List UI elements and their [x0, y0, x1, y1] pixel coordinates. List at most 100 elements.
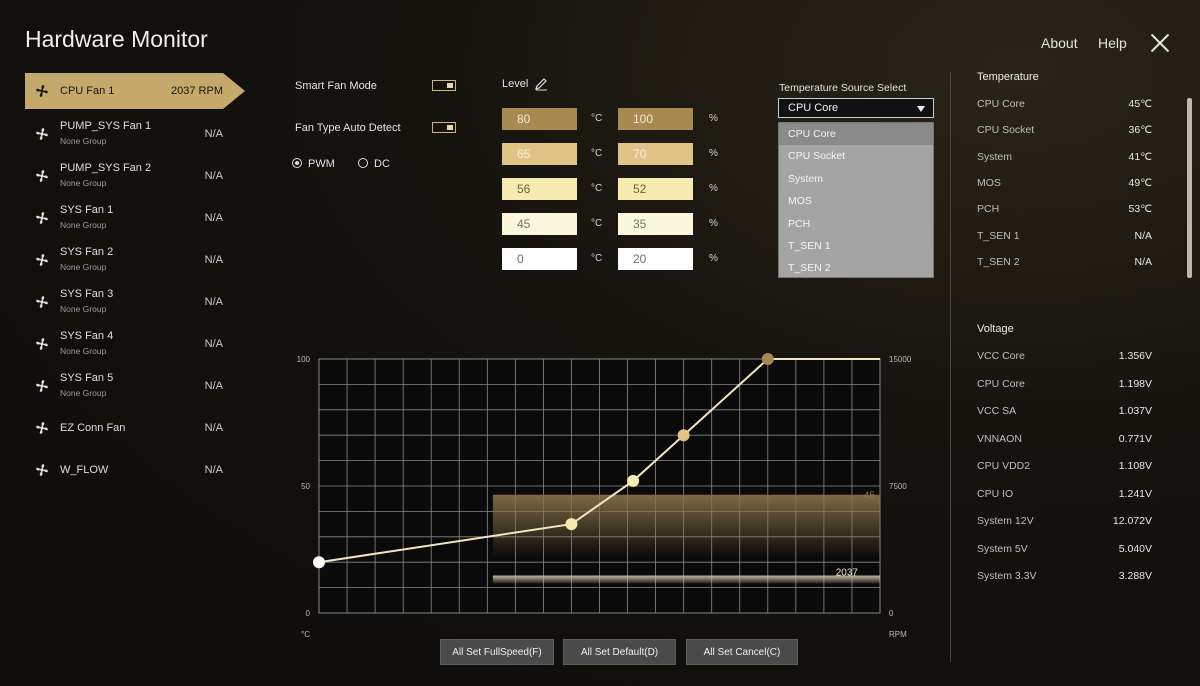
curve-point[interactable]: [313, 556, 325, 569]
level-temp-input[interactable]: 45: [502, 213, 577, 235]
about-link[interactable]: About: [1041, 35, 1078, 51]
sensor-value: 53℃: [1128, 203, 1152, 216]
fan-icon: [35, 127, 49, 141]
smart-fan-mode-toggle[interactable]: [432, 80, 456, 91]
fan-name: SYS Fan 4: [60, 330, 114, 342]
fan-curve-chart[interactable]: 45 2037 100 50 0 15000 7500 0 °C RPM: [290, 345, 930, 645]
fan-group: None Group: [60, 178, 107, 188]
fan-value: N/A: [204, 422, 223, 434]
sensor-name: T_SEN 1: [977, 229, 1020, 242]
percent-unit: %: [709, 218, 718, 229]
fan-value: 2037 RPM: [171, 85, 223, 97]
fan-icon: [35, 84, 49, 98]
fan-item[interactable]: EZ Conn Fan N/A: [25, 410, 223, 448]
fan-name: SYS Fan 5: [60, 372, 114, 384]
fan-value: N/A: [204, 128, 223, 140]
temperature-row: System 41℃: [977, 151, 1152, 163]
voltage-name: System 5V: [977, 542, 1028, 555]
dc-radio[interactable]: [358, 158, 368, 168]
temp-unit: °C: [591, 113, 603, 124]
temperature-row: T_SEN 1 N/A: [977, 230, 1152, 242]
curve-point[interactable]: [565, 518, 578, 531]
fan-type-auto-toggle[interactable]: [432, 122, 456, 133]
temp-source-selected: CPU Core: [788, 102, 839, 114]
percent-unit: %: [709, 113, 718, 124]
curve-point[interactable]: [627, 474, 640, 487]
level-temp-input[interactable]: 0: [502, 248, 577, 270]
voltage-value: 1.037V: [1118, 405, 1152, 417]
curve-point[interactable]: [761, 353, 774, 365]
close-icon[interactable]: [1150, 33, 1170, 53]
temperature-row: PCH 53℃: [977, 203, 1152, 215]
voltage-name: CPU IO: [977, 487, 1014, 500]
level-percent-input[interactable]: 20: [618, 248, 693, 270]
temp-source-option[interactable]: MOS: [779, 190, 933, 212]
voltage-name: CPU VDD2: [977, 460, 1031, 472]
temp-source-select[interactable]: CPU Core: [778, 98, 934, 118]
temp-source-option[interactable]: T_SEN 1: [779, 235, 933, 257]
rpm-tick-label: 7500: [889, 482, 907, 491]
temp-source-option[interactable]: PCH: [779, 213, 933, 235]
scrollbar[interactable]: [1187, 98, 1192, 278]
temperature-row: CPU Core 45℃: [977, 98, 1152, 110]
fan-item[interactable]: W_FLOW N/A: [25, 452, 223, 490]
fan-name: CPU Fan 1: [60, 85, 115, 97]
level-percent-input[interactable]: 35: [618, 213, 693, 235]
pwm-radio[interactable]: [292, 158, 302, 168]
level-percent-input[interactable]: 100: [618, 108, 693, 130]
rpm-tick-label: 15000: [889, 355, 912, 364]
fan-item[interactable]: CPU Fan 1 2037 RPM: [25, 73, 245, 109]
edit-icon[interactable]: [534, 77, 548, 91]
fan-value: N/A: [204, 338, 223, 350]
fan-group: None Group: [60, 388, 107, 398]
voltage-row: CPU IO 1.241V: [977, 488, 1152, 500]
fan-name: PUMP_SYS Fan 1: [60, 120, 152, 132]
temp-unit: °C: [591, 218, 603, 229]
fan-item[interactable]: PUMP_SYS Fan 1 None Group N/A: [25, 116, 223, 154]
level-percent-input[interactable]: 70: [618, 143, 693, 165]
level-percent-input[interactable]: 52: [618, 178, 693, 200]
temp-source-option[interactable]: CPU Core: [779, 123, 933, 146]
rpm-trace: [492, 575, 880, 584]
curve-point[interactable]: [677, 429, 690, 442]
level-temp-input[interactable]: 56: [502, 178, 577, 200]
percent-unit: %: [709, 148, 718, 159]
all-set-cancel-button[interactable]: All Set Cancel(C): [686, 639, 798, 665]
rpm-axis-unit: RPM: [889, 630, 907, 639]
fan-item[interactable]: SYS Fan 5 None Group N/A: [25, 368, 223, 406]
fan-name: SYS Fan 3: [60, 288, 114, 300]
voltage-value: 1.198V: [1118, 377, 1152, 390]
temp-source-option[interactable]: System: [779, 168, 933, 190]
fan-group: None Group: [60, 136, 107, 146]
all-set-fullspeed-button[interactable]: All Set FullSpeed(F): [440, 639, 554, 665]
app-title: Hardware Monitor: [25, 26, 208, 52]
pwm-label: PWM: [308, 158, 335, 170]
fan-icon: [35, 463, 49, 477]
fan-item[interactable]: SYS Fan 4 None Group N/A: [25, 326, 223, 364]
fan-value: N/A: [204, 254, 223, 266]
y-tick-label: 0: [306, 609, 311, 618]
level-temp-input[interactable]: 65: [502, 143, 577, 165]
fan-value: N/A: [204, 464, 223, 476]
temp-source-option[interactable]: CPU Socket: [779, 145, 933, 167]
temp-source-option[interactable]: T_SEN 2: [779, 257, 933, 279]
all-set-default-button[interactable]: All Set Default(D): [563, 639, 676, 665]
rpm-trace-label: 2037: [836, 568, 859, 579]
sensor-name: CPU Core: [977, 98, 1025, 110]
temp-unit: °C: [591, 148, 603, 159]
voltage-row: CPU Core 1.198V: [977, 378, 1152, 390]
voltage-value: 0.771V: [1118, 432, 1152, 445]
fan-icon: [35, 421, 49, 435]
sensor-name: PCH: [977, 203, 1000, 216]
fan-item[interactable]: PUMP_SYS Fan 2 None Group N/A: [25, 158, 223, 196]
help-link[interactable]: Help: [1098, 35, 1127, 51]
level-temp-input[interactable]: 80: [502, 108, 577, 130]
voltage-heading: Voltage: [977, 323, 1014, 335]
voltage-value: 5.040V: [1118, 542, 1152, 555]
voltage-name: VCC Core: [977, 350, 1025, 362]
fan-item[interactable]: SYS Fan 3 None Group N/A: [25, 284, 223, 322]
voltage-value: 1.241V: [1118, 487, 1152, 500]
fan-group: None Group: [60, 304, 107, 314]
fan-item[interactable]: SYS Fan 2 None Group N/A: [25, 242, 223, 280]
fan-item[interactable]: SYS Fan 1 None Group N/A: [25, 200, 223, 238]
